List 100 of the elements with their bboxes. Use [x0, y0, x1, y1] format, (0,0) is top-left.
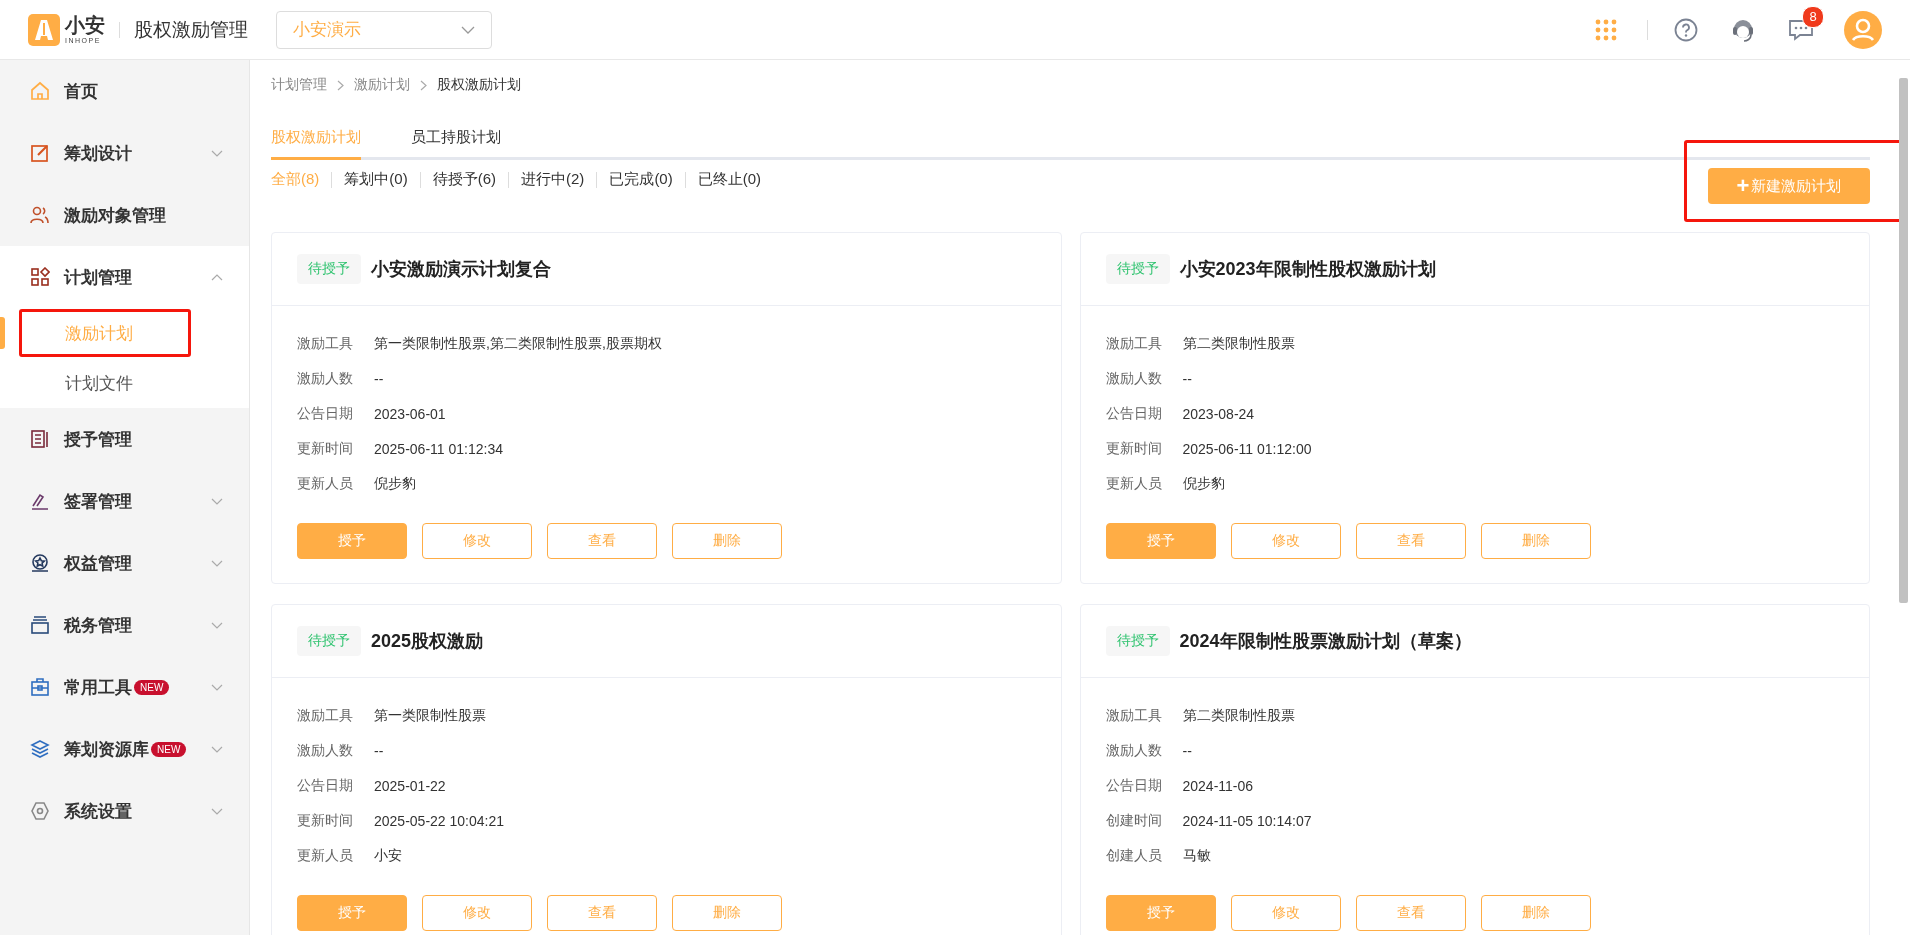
card-action-button[interactable]: 授予	[297, 895, 407, 931]
field-value: 2023-08-24	[1182, 405, 1255, 422]
sidebar-item[interactable]: 权益管理	[0, 532, 249, 594]
card-action-button[interactable]: 修改	[422, 523, 532, 559]
status-tag: 待授予	[1105, 254, 1170, 284]
field-value: 倪步豹	[374, 474, 416, 493]
chevron-down-icon	[211, 497, 223, 505]
field-label: 激励人数	[297, 369, 354, 388]
company-select[interactable]: 小安演示	[276, 10, 492, 49]
card-action-button[interactable]: 授予	[1105, 523, 1216, 559]
plan-title: 2025股权激励	[371, 630, 484, 653]
chevron-down-icon	[211, 683, 223, 691]
card-action-button[interactable]: 查看	[547, 895, 657, 931]
signature-icon	[30, 491, 50, 511]
selection-indicator	[0, 317, 5, 349]
field-value: 倪步豹	[1182, 474, 1225, 493]
card-action-button[interactable]: 删除	[1480, 895, 1591, 931]
field-label: 更新人员	[297, 474, 354, 493]
field-value: 2025-06-11 01:12:00	[1182, 440, 1312, 457]
plan-title: 小安激励演示计划复合	[371, 258, 551, 281]
sidebar-item[interactable]: 激励对象管理	[0, 184, 249, 246]
field-value: --	[374, 742, 384, 759]
sidebar-item[interactable]: 首页	[0, 60, 249, 122]
field-label: 激励人数	[1105, 741, 1163, 760]
message-count-badge: 8	[1802, 5, 1824, 28]
card-action-button[interactable]: 修改	[1230, 895, 1341, 931]
card-action-button[interactable]: 查看	[1355, 895, 1466, 931]
tab[interactable]: 员工持股计划	[411, 116, 501, 160]
card-action-button[interactable]: 授予	[1105, 895, 1216, 931]
field-value: 2025-05-22 10:04:21	[374, 812, 504, 829]
chevron-down-icon	[211, 559, 223, 567]
card-action-button[interactable]: 查看	[547, 523, 657, 559]
field-label: 激励工具	[297, 334, 354, 353]
plan-title: 2024年限制性股票激励计划（草案）	[1179, 630, 1472, 653]
new-plan-button[interactable]: +新建激励计划	[1708, 168, 1870, 204]
field-label: 激励工具	[297, 706, 354, 725]
field-value: 小安	[374, 846, 402, 865]
status-filter[interactable]: 已完成(0)	[609, 170, 673, 189]
field-label: 公告日期	[1105, 776, 1163, 795]
status-filter[interactable]: 待授予(6)	[432, 170, 497, 189]
card-action-button[interactable]: 修改	[422, 895, 532, 931]
chevron-down-icon	[211, 745, 223, 753]
field-value: 2024-11-05 10:14:07	[1182, 812, 1312, 829]
status-filter[interactable]: 全部(8)	[271, 170, 320, 189]
status-tag: 待授予	[1105, 626, 1170, 656]
sidebar-item[interactable]: 计划管理	[0, 246, 249, 308]
field-value: --	[374, 370, 384, 387]
status-filter[interactable]: 进行中(2)	[521, 170, 585, 189]
layers-icon	[30, 739, 50, 759]
tab[interactable]: 股权激励计划	[271, 116, 361, 160]
card-action-button[interactable]: 删除	[672, 523, 782, 559]
card-action-button[interactable]: 查看	[1355, 523, 1466, 559]
field-label: 更新人员	[297, 846, 354, 865]
field-value: --	[1182, 370, 1192, 387]
status-filter[interactable]: 筹划中(0)	[344, 170, 408, 189]
field-label: 激励人数	[297, 741, 354, 760]
field-label: 创建时间	[1105, 811, 1163, 830]
chevron-down-icon	[461, 25, 475, 34]
edit-icon	[30, 143, 50, 163]
card-action-button[interactable]: 授予	[297, 523, 407, 559]
card-action-button[interactable]: 删除	[1480, 523, 1591, 559]
chevron-right-icon	[337, 79, 344, 91]
field-value: 2023-06-01	[374, 405, 446, 422]
chevron-up-icon	[211, 273, 223, 281]
field-value: 第一类限制性股票,第二类限制性股票,股票期权	[374, 334, 662, 353]
new-badge: NEW	[151, 741, 187, 757]
field-label: 公告日期	[297, 776, 354, 795]
field-label: 更新时间	[297, 811, 354, 830]
status-filter[interactable]: 已终止(0)	[697, 170, 762, 189]
app-title: 股权激励管理	[134, 17, 248, 42]
scrollbar[interactable]	[1899, 78, 1908, 603]
logo-icon	[28, 13, 60, 46]
sidebar-item[interactable]: 授予管理	[0, 408, 249, 470]
field-value: --	[1182, 742, 1192, 759]
chevron-down-icon	[211, 621, 223, 629]
grid-icon	[30, 267, 50, 287]
field-label: 创建人员	[1105, 846, 1163, 865]
breadcrumb-link[interactable]: 激励计划	[354, 76, 410, 94]
sidebar-subitem[interactable]: 激励计划	[19, 309, 191, 357]
badge-icon	[30, 553, 50, 573]
sidebar-subitem[interactable]: 计划文件	[19, 359, 191, 407]
chevron-down-icon	[211, 807, 223, 815]
sidebar-item[interactable]: 税务管理	[0, 594, 249, 656]
field-label: 激励工具	[1105, 334, 1163, 353]
sidebar-item[interactable]: 常用工具 NEW	[0, 656, 249, 718]
tax-icon	[30, 615, 50, 635]
card-action-button[interactable]: 删除	[672, 895, 782, 931]
field-value: 2025-01-22	[374, 777, 446, 794]
people-icon	[30, 205, 50, 225]
card-action-button[interactable]: 修改	[1230, 523, 1341, 559]
field-label: 激励工具	[1105, 706, 1163, 725]
sidebar-item[interactable]: 筹划资源库 NEW	[0, 718, 249, 780]
sidebar-item[interactable]: 签署管理	[0, 470, 249, 532]
breadcrumb-link[interactable]: 计划管理	[271, 76, 327, 94]
field-label: 更新时间	[297, 439, 354, 458]
field-label: 公告日期	[1105, 404, 1163, 423]
help-icon[interactable]	[1674, 17, 1698, 42]
hexagon-icon	[30, 801, 50, 821]
sidebar-item[interactable]: 筹划设计	[0, 122, 249, 184]
sidebar-item[interactable]: 系统设置	[0, 780, 249, 842]
